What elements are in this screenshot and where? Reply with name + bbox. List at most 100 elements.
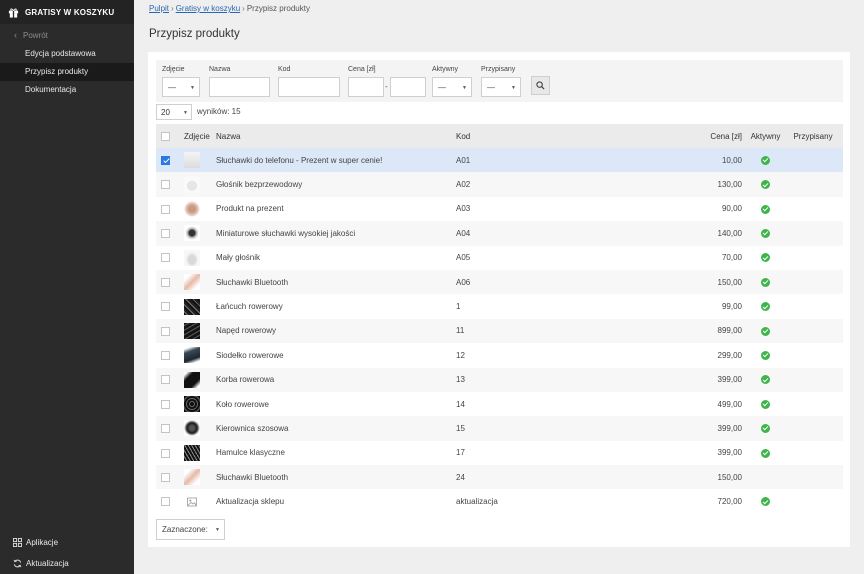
back-link[interactable]: ‹ Powrót (0, 25, 134, 45)
row-name: Słuchawki do telefonu - Prezent w super … (216, 155, 383, 165)
check-circle-icon (761, 229, 770, 239)
header-image[interactable]: Zdjęcie (174, 124, 216, 148)
row-price: 399,00 (717, 423, 742, 433)
row-price: 140,00 (717, 228, 742, 238)
sidebar-item-assign-products[interactable]: Przypisz produkty (0, 63, 134, 81)
table-row[interactable]: Korba rowerowa 13 399,00 (156, 367, 843, 392)
row-name: Korba rowerowa (216, 375, 275, 385)
header-code[interactable]: Kod (456, 124, 656, 148)
header-name[interactable]: Nazwa (216, 124, 456, 148)
row-code: A01 (456, 155, 471, 165)
row-checkbox[interactable] (161, 351, 170, 361)
table-row[interactable]: Słuchawki Bluetooth A06 150,00 (156, 269, 843, 295)
sidebar-link-update[interactable]: Aktualizacja (0, 553, 134, 574)
breadcrumb-link-dashboard[interactable]: Pulpit (149, 4, 169, 13)
row-checkbox[interactable] (161, 180, 170, 190)
row-checkbox[interactable] (161, 326, 170, 336)
row-select-cell (156, 172, 174, 196)
row-price: 150,00 (717, 472, 742, 482)
row-assigned-cell (783, 197, 843, 221)
sidebar-link-apps[interactable]: Aplikacje (0, 532, 134, 553)
breadcrumb-link-app[interactable]: Gratisy w koszyku (176, 4, 240, 13)
table-row[interactable]: Łańcuch rowerowy 1 99,00 (156, 294, 843, 318)
row-checkbox[interactable] (161, 229, 170, 239)
filter-label: Kod (278, 66, 291, 73)
row-checkbox[interactable] (161, 277, 170, 287)
check-circle-icon (761, 302, 770, 312)
row-checkbox[interactable] (161, 155, 170, 165)
row-code: aktualizacja (456, 497, 498, 507)
table-row[interactable]: Głośnik bezprzewodowy A02 130,00 (156, 172, 843, 197)
row-image-cell (174, 392, 216, 416)
table-row[interactable]: Słuchawki do telefonu - Prezent w super … (156, 148, 843, 173)
filter-code-input[interactable] (278, 77, 340, 97)
table-row[interactable]: Aktualizacja sklepu aktualizacja 720,00 (156, 489, 843, 513)
table-row[interactable]: Koło rowerowe 14 499,00 (156, 392, 843, 416)
sidebar-item-documentation[interactable]: Dokumentacja (0, 81, 134, 99)
row-active-cell (748, 416, 783, 440)
filter-price-from-input[interactable] (348, 77, 384, 97)
row-checkbox[interactable] (161, 424, 170, 434)
row-checkbox[interactable] (161, 448, 170, 458)
row-name: Koło rowerowe (216, 399, 269, 409)
filter-price-to-input[interactable] (390, 77, 426, 97)
table-row[interactable]: Siodełko rowerowe 12 299,00 (156, 343, 843, 367)
row-code: 12 (456, 350, 465, 360)
check-circle-icon (761, 351, 770, 361)
filter-select-value: — (168, 82, 176, 92)
table-row[interactable]: Kierownica szosowa 15 399,00 (156, 416, 843, 441)
row-price: 150,00 (717, 277, 742, 287)
main-content: Pulpit › Gratisy w koszyku › Przypisz produk… (134, 0, 864, 574)
row-code: A03 (456, 204, 471, 214)
row-checkbox[interactable] (161, 253, 170, 263)
sidebar-item-basic-edit[interactable]: Edycja podstawowa (0, 45, 134, 63)
select-all-checkbox[interactable] (161, 131, 170, 141)
check-circle-icon (761, 204, 770, 214)
filter-assigned-select[interactable]: — ▼ (481, 77, 521, 97)
product-thumbnail (184, 444, 200, 461)
check-circle-icon (761, 180, 770, 190)
table-row[interactable]: Hamulce klasyczne 17 399,00 (156, 441, 843, 465)
row-active-cell (748, 343, 783, 367)
row-active-cell (748, 270, 783, 294)
row-active-cell (748, 441, 783, 465)
row-checkbox[interactable] (161, 497, 170, 507)
row-checkbox[interactable] (161, 399, 170, 409)
table-row[interactable]: Miniaturowe słuchawki wysokiej jakości A0… (156, 221, 843, 246)
row-assigned-cell (783, 441, 843, 465)
app-brand[interactable]: GRATISY W KOSZYKU (0, 0, 134, 24)
check-circle-icon (761, 399, 770, 409)
header-price[interactable]: Cena [zł] (656, 124, 748, 148)
filter-name-input[interactable] (209, 77, 270, 97)
filter-image-select[interactable]: — ▼ (162, 77, 200, 97)
product-thumbnail (184, 274, 200, 291)
search-button[interactable] (531, 76, 550, 95)
header-active[interactable]: Aktywny (748, 124, 783, 148)
row-checkbox[interactable] (161, 204, 170, 214)
bulk-action-select[interactable]: Zaznaczone: ▼ (156, 519, 225, 540)
row-name: Produkt na prezent (216, 204, 284, 214)
refresh-icon (13, 559, 22, 568)
filter-select-value: — (487, 82, 495, 92)
row-price: 10,00 (721, 155, 742, 165)
per-page-value: 20 (161, 107, 170, 117)
gift-icon (8, 7, 19, 18)
row-checkbox[interactable] (161, 302, 170, 312)
results-count: wyników: 15 (197, 107, 241, 116)
row-assigned-cell (783, 343, 843, 367)
filter-active-select[interactable]: — ▼ (432, 77, 472, 97)
filter-label: Nazwa (209, 66, 231, 73)
table-row[interactable]: Słuchawki Bluetooth 24 150,00 (156, 465, 843, 490)
product-thumbnail (184, 396, 200, 413)
table-row[interactable]: Mały głośnik A05 70,00 (156, 246, 843, 270)
header-assigned[interactable]: Przypisany (783, 124, 843, 148)
row-checkbox[interactable] (161, 375, 170, 385)
filter-select-value: — (438, 82, 446, 92)
row-checkbox[interactable] (161, 472, 170, 482)
table-row[interactable]: Napęd rowerowy 11 899,00 (156, 318, 843, 344)
table-row[interactable]: Produkt na prezent A03 90,00 (156, 197, 843, 221)
per-page-select[interactable]: 20 ▼ (156, 104, 192, 120)
row-image-cell (174, 368, 216, 392)
row-image-cell (174, 319, 216, 343)
row-image-cell (174, 221, 216, 245)
